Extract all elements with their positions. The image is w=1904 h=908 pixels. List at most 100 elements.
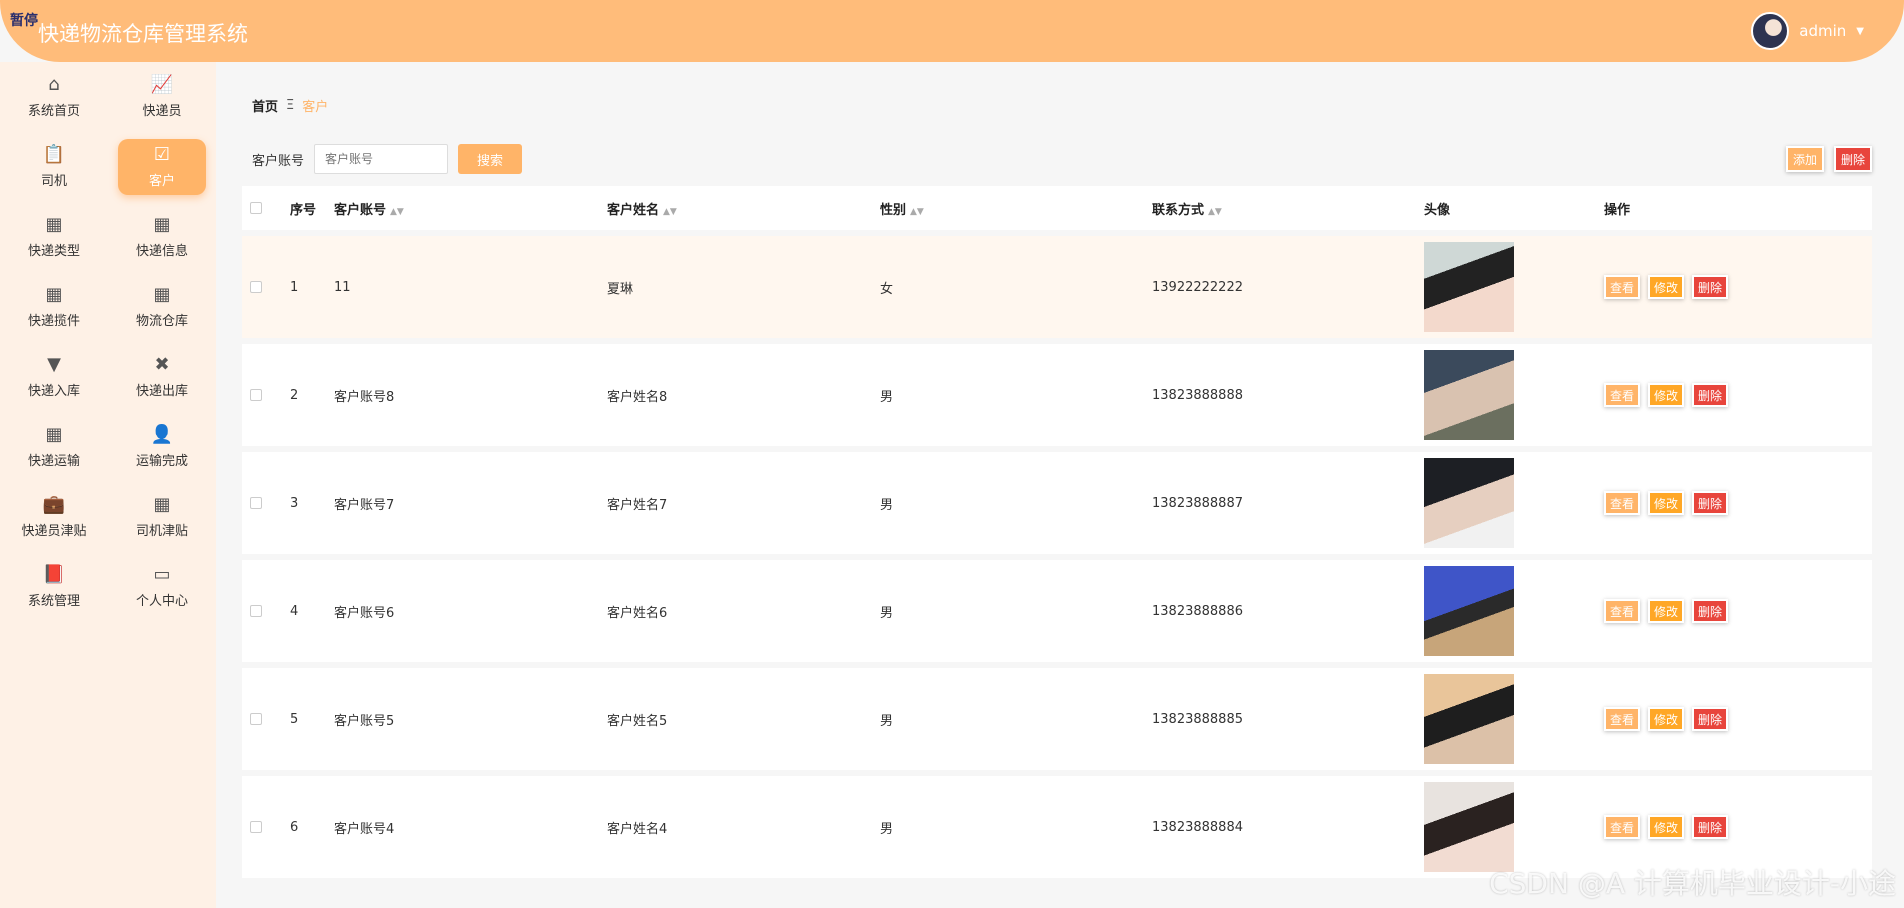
sidebar-item-label: 运输完成 <box>135 453 188 469</box>
sidebar-item-label: 快递揽件 <box>27 313 80 329</box>
header-index: 序号 <box>290 202 317 218</box>
row-checkbox[interactable] <box>250 821 262 833</box>
sort-icon[interactable]: ▲▼ <box>910 207 924 217</box>
header-ops: 操作 <box>1604 202 1631 218</box>
delete-button[interactable]: 删除 <box>1692 275 1729 299</box>
sidebar-item[interactable]: ▦ 快递信息 <box>108 202 216 272</box>
delete-button[interactable]: 删除 <box>1692 491 1729 515</box>
username[interactable]: admin <box>1799 22 1846 40</box>
table-actions: 添加 删除 <box>1785 146 1872 172</box>
clipboard-x-icon: ✖ <box>154 353 170 375</box>
edit-button[interactable]: 修改 <box>1648 707 1685 731</box>
cell-name: 客户姓名6 <box>607 605 668 621</box>
customer-photo[interactable] <box>1424 674 1514 764</box>
add-button[interactable]: 添加 <box>1785 146 1824 172</box>
select-all-checkbox[interactable] <box>250 202 262 214</box>
chevron-down-icon[interactable]: ▼ <box>1856 26 1864 37</box>
sidebar-item[interactable]: ▦ 司机津贴 <box>108 482 216 552</box>
sidebar-item-label: 个人中心 <box>135 593 188 609</box>
cell-phone: 13823888886 <box>1152 603 1243 619</box>
edit-button[interactable]: 修改 <box>1648 275 1685 299</box>
sidebar-item[interactable]: 📋 司机 <box>0 132 108 202</box>
app-title: 快递物流仓库管理系统 <box>38 22 248 46</box>
delete-button[interactable]: 删除 <box>1692 599 1729 623</box>
home-icon: ⌂ <box>48 73 60 95</box>
sidebar-item[interactable]: ✖ 快递出库 <box>108 342 216 412</box>
edit-button[interactable]: 修改 <box>1648 815 1685 839</box>
sidebar-item-label: 物流仓库 <box>135 313 188 329</box>
view-button[interactable]: 查看 <box>1604 707 1641 731</box>
cell-account: 11 <box>334 279 351 295</box>
edit-button[interactable]: 修改 <box>1648 491 1685 515</box>
user-menu[interactable]: admin ▼ <box>1751 12 1864 50</box>
sort-icon[interactable]: ▲▼ <box>390 207 404 217</box>
sort-icon[interactable]: ▲▼ <box>1208 207 1222 217</box>
customer-photo[interactable] <box>1424 566 1514 656</box>
customer-photo[interactable] <box>1424 782 1514 872</box>
view-button[interactable]: 查看 <box>1604 599 1641 623</box>
grid-icon: ▦ <box>153 493 171 515</box>
cell-account: 客户账号5 <box>334 713 395 729</box>
breadcrumb-home[interactable]: 首页 <box>252 96 278 115</box>
sidebar-item[interactable]: ▦ 快递运输 <box>0 412 108 482</box>
cell-name: 客户姓名7 <box>607 497 668 513</box>
sidebar-item[interactable]: ▭ 个人中心 <box>108 552 216 622</box>
delete-button[interactable]: 删除 <box>1692 815 1729 839</box>
sidebar-item[interactable]: ▦ 物流仓库 <box>108 272 216 342</box>
avatar[interactable] <box>1751 12 1790 50</box>
sidebar-item[interactable]: ⌂ 系统首页 <box>0 62 108 132</box>
view-button[interactable]: 查看 <box>1604 491 1641 515</box>
row-checkbox[interactable] <box>250 281 262 293</box>
sidebar-item[interactable]: ▦ 快递类型 <box>0 202 108 272</box>
customer-table: 序号 客户账号 ▲▼ 客户姓名 ▲▼ 性别 ▲▼ 联系方式 ▲▼ 头像 操作 1 11 夏琳… <box>242 186 1872 878</box>
bulk-delete-button[interactable]: 删除 <box>1833 146 1872 172</box>
cell-index: 4 <box>290 603 299 619</box>
sidebar-item-label: 司机 <box>40 173 67 189</box>
row-checkbox[interactable] <box>250 605 262 617</box>
delete-button[interactable]: 删除 <box>1692 383 1729 407</box>
sidebar-item[interactable]: 📕 系统管理 <box>0 552 108 622</box>
cell-phone: 13823888887 <box>1152 495 1243 511</box>
header-name[interactable]: 客户姓名 ▲▼ <box>607 199 880 218</box>
cell-name: 客户姓名5 <box>607 713 668 729</box>
row-checkbox[interactable] <box>250 497 262 509</box>
sidebar-item[interactable]: ☑ 客户 <box>108 132 216 202</box>
sidebar-item-label: 客户 <box>148 173 175 189</box>
cell-phone: 13922222222 <box>1152 279 1243 295</box>
header-phone[interactable]: 联系方式 ▲▼ <box>1152 199 1424 218</box>
sidebar-item[interactable]: 💼 快递员津贴 <box>0 482 108 552</box>
view-button[interactable]: 查看 <box>1604 275 1641 299</box>
row-checkbox[interactable] <box>250 713 262 725</box>
sidebar-item[interactable]: ▦ 快递揽件 <box>0 272 108 342</box>
sidebar-item-label: 系统管理 <box>27 593 80 609</box>
sidebar-item[interactable]: ▼ 快递入库 <box>0 342 108 412</box>
clipboard-icon: 📋 <box>42 143 66 165</box>
cell-phone: 13823888885 <box>1152 711 1243 727</box>
view-button[interactable]: 查看 <box>1604 815 1641 839</box>
sidebar-item-label: 系统首页 <box>27 103 80 119</box>
breadcrumb: 首页 Ξ 客户 <box>252 96 328 115</box>
header-account[interactable]: 客户账号 ▲▼ <box>334 199 607 218</box>
header-sex[interactable]: 性别 ▲▼ <box>880 199 1152 218</box>
search-button[interactable]: 搜索 <box>458 144 523 174</box>
search-bar: 客户账号 搜索 <box>252 144 523 174</box>
sidebar-item[interactable]: 👤 运输完成 <box>108 412 216 482</box>
wallet-icon: ▭ <box>153 563 171 585</box>
view-button[interactable]: 查看 <box>1604 383 1641 407</box>
edit-button[interactable]: 修改 <box>1648 599 1685 623</box>
cell-sex: 男 <box>880 821 894 837</box>
header-phone-label: 联系方式 <box>1152 202 1205 218</box>
customer-photo[interactable] <box>1424 458 1514 548</box>
pause-badge: 暂停 <box>10 13 38 29</box>
delete-button[interactable]: 删除 <box>1692 707 1729 731</box>
grid-icon: ▦ <box>45 423 63 445</box>
customer-photo[interactable] <box>1424 350 1514 440</box>
edit-button[interactable]: 修改 <box>1648 383 1685 407</box>
cell-sex: 男 <box>880 497 894 513</box>
row-checkbox[interactable] <box>250 389 262 401</box>
sidebar-item[interactable]: 📈 快递员 <box>108 62 216 132</box>
table-row: 5 客户账号5 客户姓名5 男 13823888885 查看 修改 删除 <box>242 668 1872 770</box>
customer-photo[interactable] <box>1424 242 1514 332</box>
search-input[interactable] <box>314 144 449 174</box>
sort-icon[interactable]: ▲▼ <box>663 207 677 217</box>
